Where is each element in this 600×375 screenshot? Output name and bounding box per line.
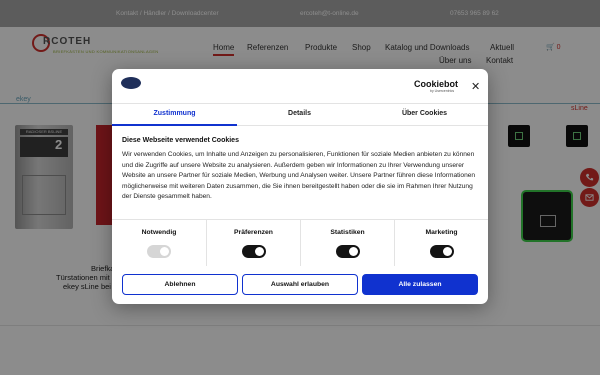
category-statistiken: Statistiken [300, 220, 394, 266]
close-icon[interactable]: ✕ [471, 80, 480, 93]
category-label: Statistiken [330, 229, 365, 236]
dialog-text: Wir verwenden Cookies, um Inhalte und An… [122, 151, 476, 200]
dialog-title: Diese Webseite verwendet Cookies [122, 137, 239, 144]
category-label: Marketing [425, 229, 458, 236]
tab-zustimmung[interactable]: Zustimmung [112, 110, 237, 117]
cookiebot-subtitle: by Usercentrics [430, 89, 455, 93]
category-praeferenzen: Präferenzen [206, 220, 300, 266]
cookiebot-logo: Cookiebot [414, 79, 458, 89]
cookie-consent-dialog: Cookiebot by Usercentrics ✕ Zustimmung D… [112, 69, 488, 304]
reject-button[interactable]: Ablehnen [122, 274, 238, 295]
allow-selection-button[interactable]: Auswahl erlauben [242, 274, 358, 295]
toggle-notwendig [147, 245, 171, 258]
consent-tabs: Zustimmung Details Über Cookies [112, 103, 488, 126]
toggle-statistiken[interactable] [336, 245, 360, 258]
category-notwendig: Notwendig [112, 220, 206, 266]
toggle-marketing[interactable] [430, 245, 454, 258]
category-marketing: Marketing [394, 220, 488, 266]
tab-details[interactable]: Details [237, 110, 362, 117]
category-label: Präferenzen [234, 229, 273, 236]
tab-ueber-cookies[interactable]: Über Cookies [362, 110, 487, 117]
consent-categories: Notwendig Präferenzen Statistiken Market… [112, 219, 488, 266]
active-tab-indicator [112, 124, 237, 126]
toggle-praeferenzen[interactable] [242, 245, 266, 258]
accept-all-button[interactable]: Alle zulassen [362, 274, 478, 295]
category-label: Notwendig [141, 229, 177, 236]
site-badge-icon [121, 77, 141, 89]
